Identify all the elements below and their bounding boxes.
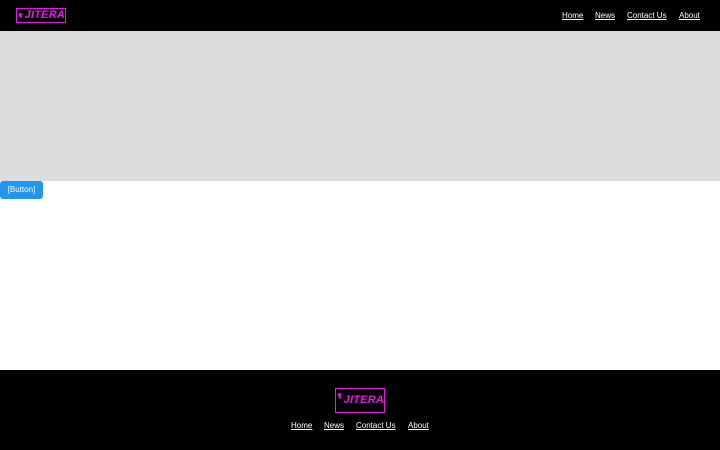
brand-mark-icon: [19, 13, 23, 18]
site-header: JITERA Home News Contact Us About: [0, 0, 720, 31]
footer-nav-about[interactable]: About: [408, 421, 429, 431]
footer-nav-news[interactable]: News: [324, 421, 344, 431]
primary-button[interactable]: [Button]: [0, 181, 43, 199]
header-nav-home[interactable]: Home: [562, 11, 583, 21]
footer-nav-contact-us[interactable]: Contact Us: [356, 421, 396, 431]
header-nav-contact-us[interactable]: Contact Us: [627, 11, 667, 21]
footer-logo[interactable]: JITERA: [335, 388, 385, 413]
header-nav-news[interactable]: News: [595, 11, 615, 21]
footer-nav-home[interactable]: Home: [291, 421, 312, 431]
footer-logo-text: JITERA: [343, 394, 384, 406]
site-footer: JITERA Home News Contact Us About: [0, 370, 720, 450]
header-nav-about[interactable]: About: [679, 11, 700, 21]
brand-mark-icon: [338, 393, 342, 399]
hero-banner: [0, 31, 720, 181]
header-logo-text: JITERA: [24, 9, 65, 21]
header-logo[interactable]: JITERA: [16, 8, 66, 23]
